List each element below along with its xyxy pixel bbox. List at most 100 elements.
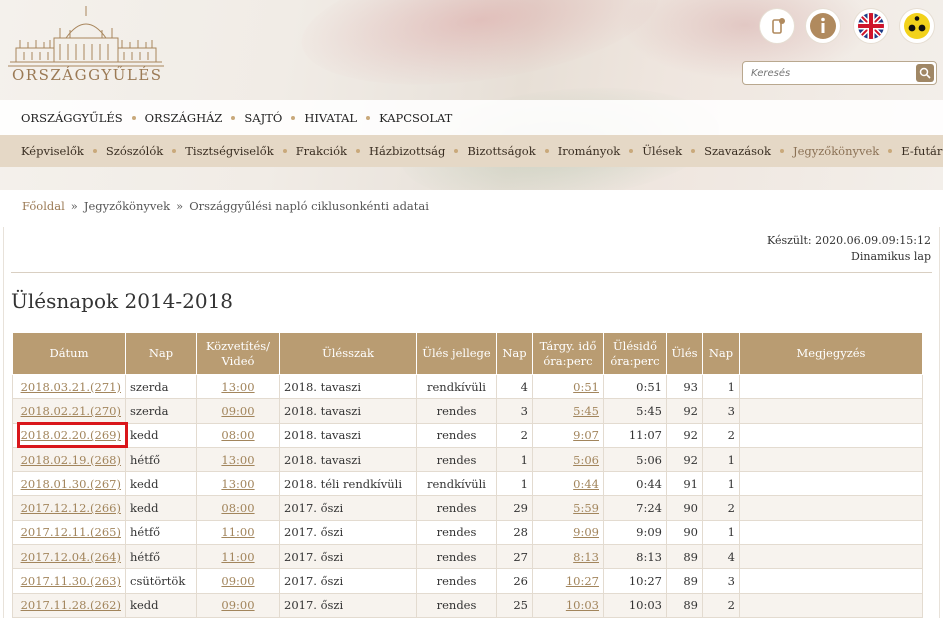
cell-topic-time-link[interactable]: 10:27 [532,568,604,594]
breadcrumb-home-link[interactable]: Főoldal [22,199,65,213]
cell-topic-time-link[interactable]: 5:59 [532,495,604,521]
sub-nav-e-futar[interactable]: E-futár [901,144,942,158]
sub-nav-frakciok[interactable]: Frakciók [296,144,347,158]
info-icon[interactable] [806,9,840,43]
main-nav-orszaggyules[interactable]: ORSZÁGGYŰLÉS [21,111,123,125]
cell-sitting: 89 [666,544,703,570]
sub-nav-ulesek[interactable]: Ülések [642,144,682,158]
cell-sitting: 93 [666,373,703,400]
cell-sitting-day: 4 [702,544,740,570]
nav-separator [231,115,236,120]
cell-date-link[interactable]: 2017.12.04.(264) [12,544,126,570]
table-row: 2017.12.12.(266) kedd 08:00 2017. őszi rende… [12,495,923,521]
cell-session-time: 7:24 [603,495,667,521]
mobile-app-icon[interactable] [760,9,794,43]
cell-video-link[interactable]: 11:00 [196,519,280,546]
cell-date-link[interactable]: 2018.02.21.(270) [12,398,126,424]
accessibility-icon[interactable] [900,9,934,43]
divider [11,272,932,273]
cell-session-time: 11:07 [603,422,667,448]
cell-date-link[interactable]: 2018.03.21.(271) [12,373,126,400]
table-row: 2017.12.04.(264) hétfő 11:00 2017. őszi rend… [12,544,923,570]
cell-date-link[interactable]: 2017.12.12.(266) [12,495,126,521]
cell-video-link[interactable]: 08:00 [196,495,280,521]
dynamic-page-label: Dinamikus lap [851,250,931,263]
cell-day: hétfő [125,519,197,546]
table-row: 2017.11.28.(262) kedd 09:00 2017. őszi rende… [12,592,923,618]
cell-video-link[interactable]: 09:00 [196,592,280,618]
search-input[interactable] [751,65,911,81]
cell-date-link[interactable]: 2018.02.19.(268) [12,446,126,473]
nav-separator [544,149,549,153]
main-nav-kapcsolat[interactable]: KAPCSOLAT [379,111,452,125]
sub-nav-jegyzokonyvek[interactable]: Jegyzőkönyvek [793,144,879,158]
cell-video-link[interactable]: 13:00 [196,373,280,400]
sub-nav-tisztsegviselok[interactable]: Tisztségviselők [185,144,273,158]
cell-session: 2018. tavaszi [279,398,417,424]
sub-nav-bizottsagok[interactable]: Bizottságok [467,144,535,158]
cell-topic-time-link[interactable]: 0:44 [532,471,604,497]
cell-topic-time-link[interactable]: 10:03 [532,592,604,618]
nav-separator [779,149,784,153]
sub-nav-szoszolok[interactable]: Szószólók [106,144,163,158]
main-nav-sajto[interactable]: SAJTÓ [244,111,282,125]
cell-video-link[interactable]: 13:00 [196,471,280,497]
cell-session: 2018. téli rendkívüli [279,471,417,497]
cell-sitting: 90 [666,495,703,521]
cell-session-time: 5:45 [603,398,667,424]
header-col-ulesszak: Ülésszak [279,332,417,375]
main-nav-orszaghaz[interactable]: ORSZÁGHÁZ [145,111,223,125]
cell-date-link[interactable]: 2018.01.30.(267) [12,471,126,497]
table-header-row: Dátum Nap Közvetítés/ Videó Ülésszak Ülés je… [12,332,923,375]
cell-video-link[interactable]: 09:00 [196,568,280,594]
nav-separator [366,115,371,120]
search-button[interactable] [916,64,934,82]
cell-topic-time-link[interactable]: 5:45 [532,398,604,424]
cell-topic-time-link[interactable]: 0:51 [532,373,604,400]
sub-nav-iromanyok[interactable]: Irományok [558,144,621,158]
breadcrumb-section-link[interactable]: Jegyzőkönyvek [84,199,170,213]
sub-nav-kepviselok[interactable]: Képviselők [21,144,84,158]
main-nav-hivatal[interactable]: HIVATAL [304,111,357,125]
cell-topic-time-link[interactable]: 8:13 [532,544,604,570]
cell-video-link[interactable]: 13:00 [196,446,280,473]
cell-day-num: 1 [496,446,533,473]
cell-session: 2017. őszi [279,544,417,570]
cell-type: rendes [416,398,497,424]
cell-session: 2018. tavaszi [279,373,417,400]
logo-text[interactable]: ORSZÁGGYŰLÉS [12,66,163,84]
cell-date-link[interactable]: 2017.11.28.(262) [12,592,126,618]
cell-video-link[interactable]: 09:00 [196,398,280,424]
cell-topic-time-link[interactable]: 5:06 [532,446,604,473]
sessions-table-wrapper: Dátum Nap Közvetítés/ Videó Ülésszak Ülés je… [12,332,923,618]
cell-session: 2018. tavaszi [279,446,417,473]
cell-sitting: 92 [666,422,703,448]
cell-session-time: 5:06 [603,446,667,473]
table-row: 2018.03.21.(271) szerda 13:00 2018. tavaszi… [12,373,923,400]
cell-type: rendes [416,568,497,594]
cell-session: 2017. őszi [279,495,417,521]
cell-session-time: 0:51 [603,373,667,400]
cell-day: kedd [125,471,197,497]
cell-sitting-day: 3 [702,568,740,594]
cell-sitting-day: 2 [702,495,740,521]
nav-separator [291,115,296,120]
cell-date-link[interactable]: 2017.12.11.(265) [12,519,126,546]
cell-topic-time-link[interactable]: 9:09 [532,519,604,546]
sub-nav-szavazasok[interactable]: Szavazások [704,144,771,158]
cell-video-link[interactable]: 08:00 [196,422,280,448]
sessions-table: Dátum Nap Közvetítés/ Videó Ülésszak Ülés je… [12,332,923,618]
uk-flag-icon[interactable] [854,9,888,43]
cell-type: rendes [416,592,497,618]
cell-video-link[interactable]: 11:00 [196,544,280,570]
cell-day: hétfő [125,446,197,473]
cell-date-link[interactable]: 2017.11.30.(263) [12,568,126,594]
cell-sitting-day: 2 [702,422,740,448]
sub-nav-hazbizottsag[interactable]: Házbizottság [369,144,445,158]
cell-sitting: 89 [666,592,703,618]
breadcrumb-separator: » [176,199,184,213]
cell-topic-time-link[interactable]: 9:07 [532,422,604,448]
header-col-ules-jellege: Ülés jellege [416,332,497,375]
cell-sitting-day: 2 [702,592,740,618]
cell-day-num: 3 [496,398,533,424]
